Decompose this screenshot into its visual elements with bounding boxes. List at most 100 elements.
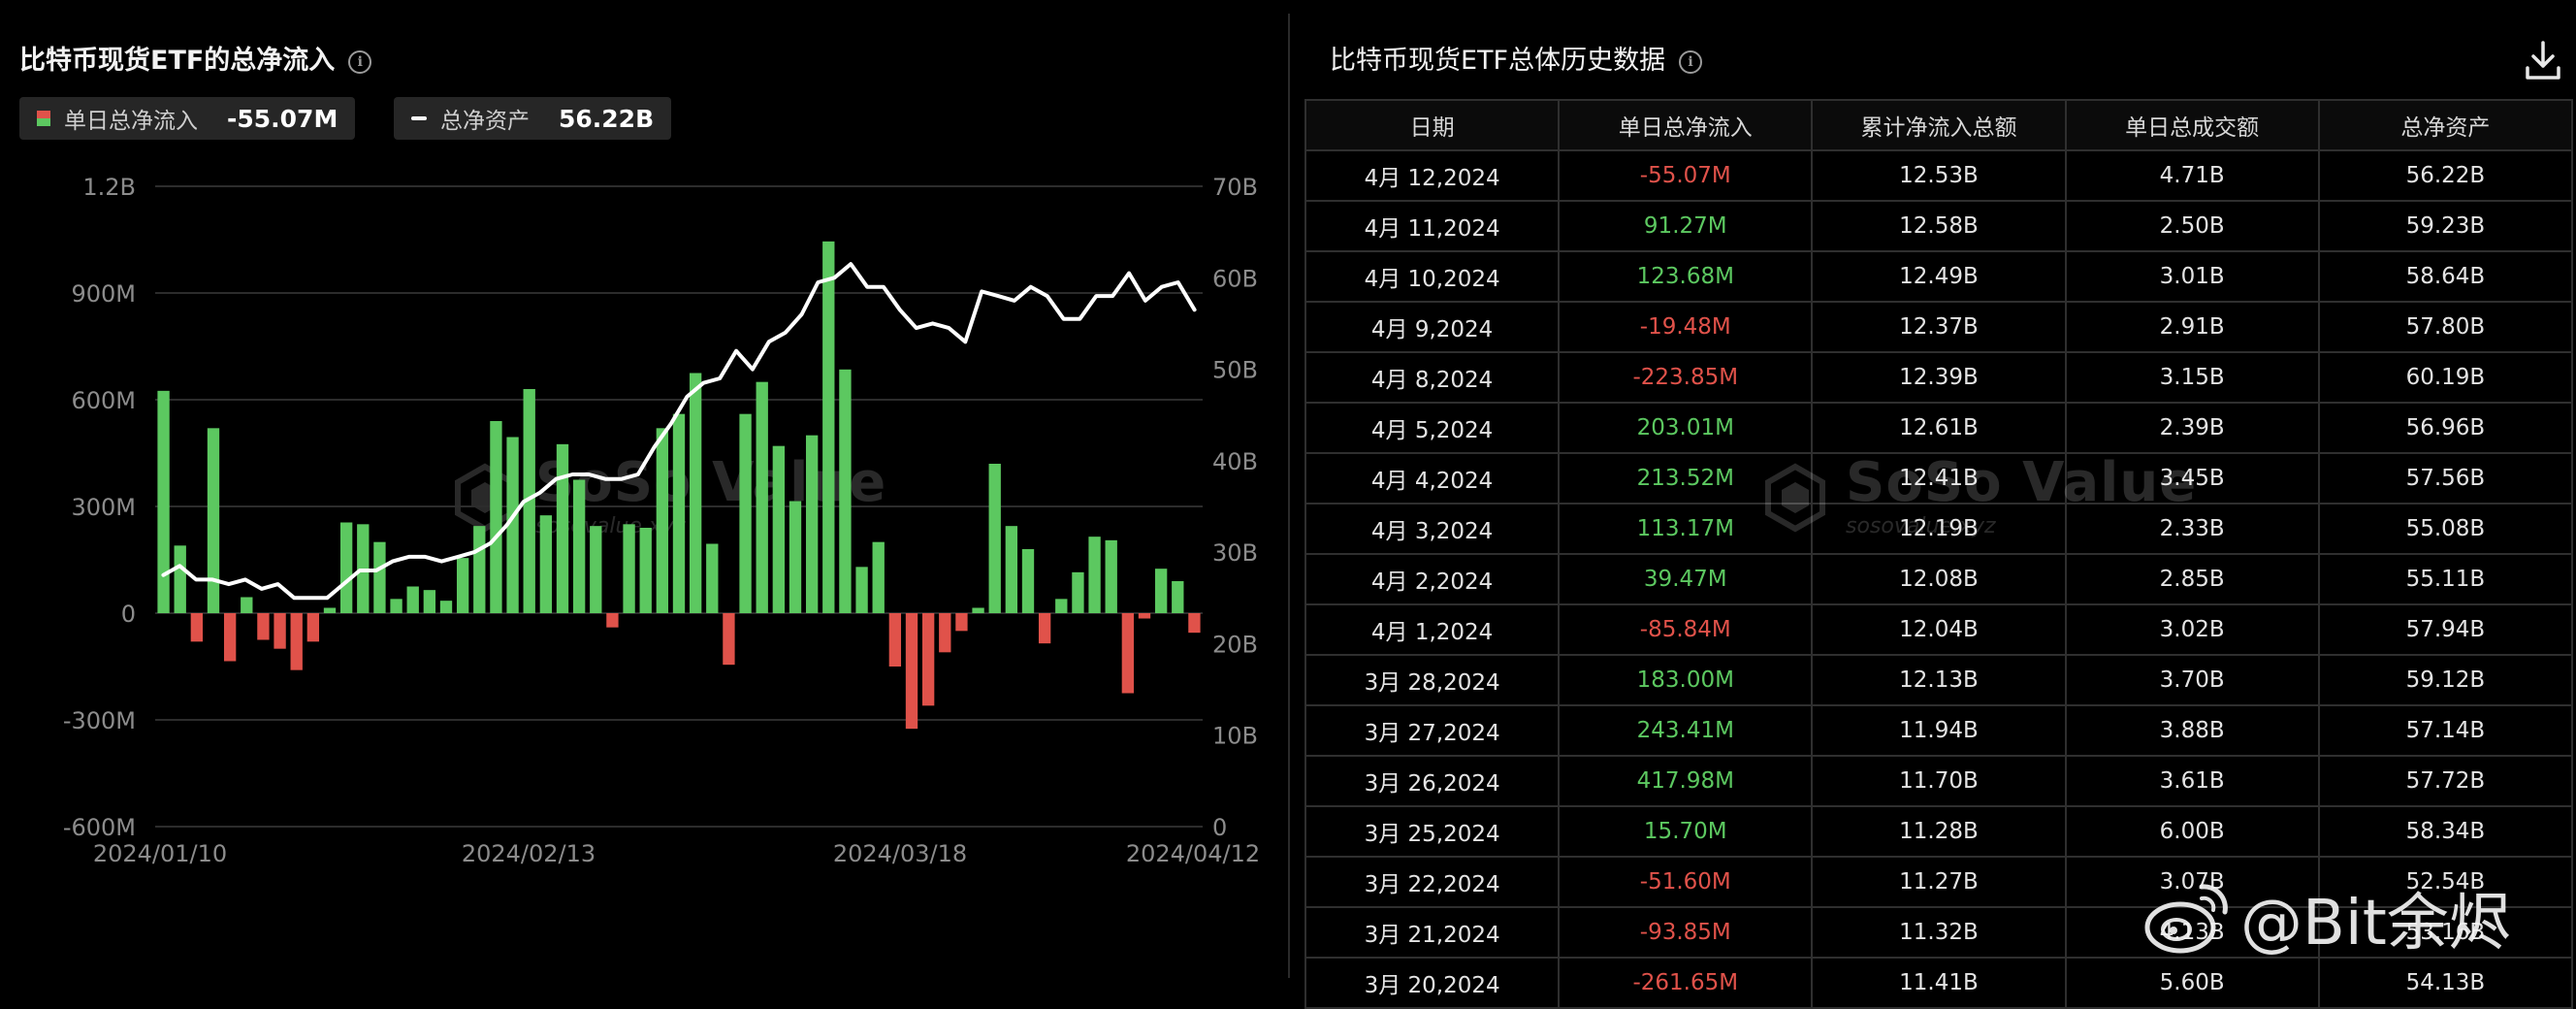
cell-net-assets: 57.94B (2317, 603, 2574, 656)
table-row[interactable]: 4月 1,2024 -85.84M 12.04B 3.02B 57.94B (1304, 603, 2574, 656)
legend-item-net-assets[interactable]: 总净资产 56.22B (394, 97, 672, 140)
cell-daily-inflow: 39.47M (1558, 553, 1814, 605)
bar (590, 526, 602, 613)
bar (723, 613, 735, 666)
x-tick-label: 2024/03/18 (833, 840, 967, 867)
y-right-tick-label: 70B (1212, 174, 1258, 201)
legend-item-daily-inflow[interactable]: 单日总净流入 -55.07M (19, 97, 356, 140)
bar (1172, 581, 1184, 613)
table-row[interactable]: 4月 2,2024 39.47M 12.08B 2.85B 55.11B (1304, 553, 2574, 605)
bar (1154, 569, 1168, 613)
cell-net-assets: 57.80B (2317, 301, 2574, 353)
bar (223, 613, 237, 662)
bar (423, 590, 436, 613)
cell-daily-inflow: 15.70M (1558, 805, 1814, 858)
y-left-tick-label: -600M (63, 814, 136, 841)
cell-net-assets: 60.19B (2317, 351, 2574, 404)
bar (706, 543, 719, 613)
bar (539, 515, 553, 613)
bar (1072, 571, 1084, 613)
bar (473, 526, 486, 613)
table-row[interactable]: 4月 10,2024 123.68M 12.49B 3.01B 58.64B (1304, 250, 2574, 303)
table-title-text: 比特币现货ETF总体历史数据 (1330, 46, 1666, 76)
cell-daily-inflow: -55.07M (1558, 149, 1814, 202)
bar (257, 613, 270, 640)
table-row[interactable]: 4月 11,2024 91.27M 12.58B 2.50B 59.23B (1304, 200, 2574, 252)
cell-daily-inflow: -261.65M (1558, 957, 1814, 1009)
cell-net-assets: 57.56B (2317, 452, 2574, 504)
cell-volume: 3.02B (2064, 603, 2320, 656)
table-title: 比特币现货ETF总体历史数据 i (1330, 39, 1703, 77)
table-header-row: 日期 单日总净流入 累计净流入总额 单日总成交额 总净资产 (1304, 99, 2574, 151)
cell-volume: 4.71B (2064, 149, 2320, 202)
cell-net-assets: 57.14B (2317, 704, 2574, 757)
col-header-volume[interactable]: 单日总成交额 (2064, 99, 2320, 151)
table-row[interactable]: 3月 26,2024 417.98M 11.70B 3.61B 57.72B (1304, 755, 2574, 807)
bar (855, 567, 868, 613)
table-row[interactable]: 4月 3,2024 113.17M 12.19B 2.33B 55.08B (1304, 503, 2574, 555)
legend-value: -55.07M (227, 104, 338, 133)
bar (772, 445, 786, 613)
col-header-net-assets[interactable]: 总净资产 (2317, 99, 2574, 151)
bar (490, 421, 502, 613)
y-right-tick-label: 40B (1212, 448, 1258, 475)
cell-date: 3月 20,2024 (1304, 957, 1561, 1009)
table-row[interactable]: 4月 4,2024 213.52M 12.41B 3.45B 57.56B (1304, 452, 2574, 504)
cell-volume: 3.01B (2064, 250, 2320, 303)
bar (988, 464, 1001, 613)
cell-volume: 5.60B (2064, 957, 2320, 1009)
cell-date: 3月 27,2024 (1304, 704, 1561, 757)
bar (805, 435, 819, 613)
cell-cumulative: 11.28B (1811, 805, 2067, 858)
bar (456, 558, 469, 613)
cell-net-assets: 59.12B (2317, 654, 2574, 706)
table-row[interactable]: 4月 8,2024 -223.85M 12.39B 3.15B 60.19B (1304, 351, 2574, 404)
x-tick-label: 2024/01/10 (93, 840, 227, 867)
cell-cumulative: 12.04B (1811, 603, 2067, 656)
x-tick-label: 2024/04/12 (1126, 840, 1260, 867)
table-row[interactable]: 3月 25,2024 15.70M 11.28B 6.00B 58.34B (1304, 805, 2574, 858)
cell-net-assets: 58.34B (2317, 805, 2574, 858)
bar (572, 479, 586, 613)
info-icon[interactable]: i (348, 49, 372, 74)
bar (1038, 613, 1051, 644)
cell-date: 4月 1,2024 (1304, 603, 1561, 656)
download-icon[interactable] (2524, 39, 2562, 81)
table-row[interactable]: 4月 5,2024 203.01M 12.61B 2.39B 56.96B (1304, 402, 2574, 454)
table-row[interactable]: 4月 9,2024 -19.48M 12.37B 2.91B 57.80B (1304, 301, 2574, 353)
table-row[interactable]: 3月 28,2024 183.00M 12.13B 3.70B 59.12B (1304, 654, 2574, 706)
col-header-daily-inflow[interactable]: 单日总净流入 (1558, 99, 1814, 151)
cell-volume: 6.00B (2064, 805, 2320, 858)
bar (689, 373, 702, 613)
bar (241, 597, 253, 613)
cell-volume: 2.91B (2064, 301, 2320, 353)
cell-cumulative: 12.58B (1811, 200, 2067, 252)
bar (888, 613, 902, 667)
col-header-cumulative[interactable]: 累计净流入总额 (1811, 99, 2067, 151)
y-left-tick-label: 1.2B (82, 174, 136, 201)
col-header-date[interactable]: 日期 (1304, 99, 1561, 151)
y-left-tick-label: -300M (63, 707, 136, 734)
cell-cumulative: 12.37B (1811, 301, 2067, 353)
bar (739, 413, 752, 613)
y-right-tick-label: 10B (1212, 723, 1258, 750)
bar (1055, 599, 1068, 613)
cell-date: 4月 11,2024 (1304, 200, 1561, 252)
cell-volume: 3.61B (2064, 755, 2320, 807)
cell-date: 4月 8,2024 (1304, 351, 1561, 404)
left-panel: 比特币现货ETF的总净流入 i 单日总净流入 -55.07M 总净资产 56.22… (0, 0, 1280, 978)
y-left-tick-label: 300M (71, 494, 136, 521)
weibo-watermark: @Bit余烬 (2143, 873, 2511, 962)
bar (672, 413, 686, 613)
cell-cumulative: 12.61B (1811, 402, 2067, 454)
cell-cumulative: 11.32B (1811, 906, 2067, 959)
table-row[interactable]: 4月 12,2024 -55.07M 12.53B 4.71B 56.22B (1304, 149, 2574, 202)
bar (839, 369, 852, 613)
y-right-tick-label: 0 (1212, 814, 1227, 841)
cell-volume: 2.39B (2064, 402, 2320, 454)
cell-cumulative: 12.41B (1811, 452, 2067, 504)
table-row[interactable]: 3月 27,2024 243.41M 11.94B 3.88B 57.14B (1304, 704, 2574, 757)
table-row[interactable]: 3月 20,2024 -261.65M 11.41B 5.60B 54.13B (1304, 957, 2574, 1009)
cell-daily-inflow: 113.17M (1558, 503, 1814, 555)
info-icon[interactable]: i (1679, 49, 1703, 74)
